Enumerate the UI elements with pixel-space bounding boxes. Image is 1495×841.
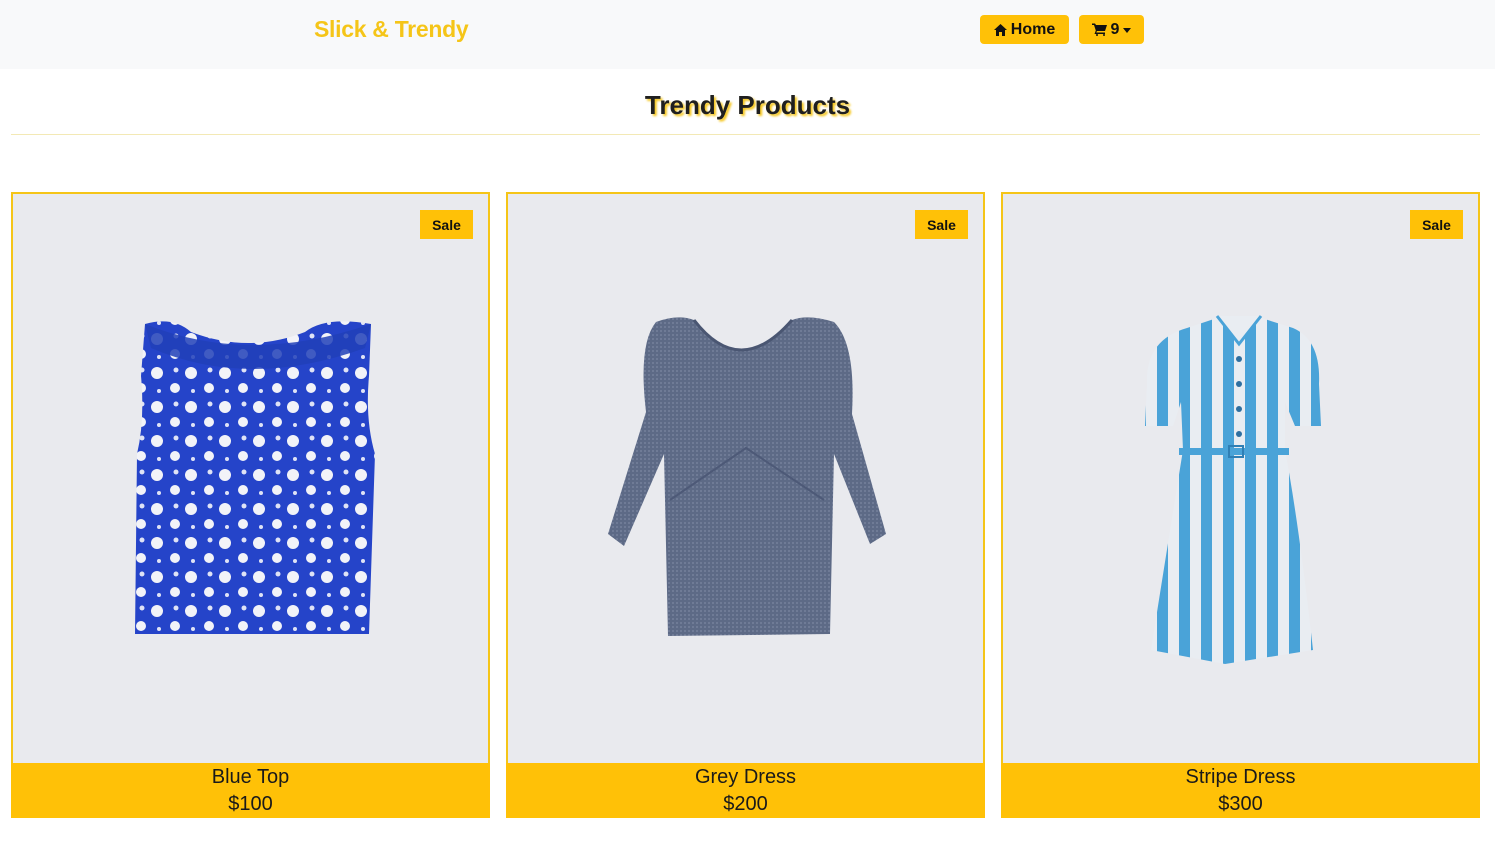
- product-card[interactable]: Sale Grey Dress $200: [506, 192, 985, 818]
- product-price: $200: [723, 793, 768, 815]
- product-image-frame[interactable]: Sale: [506, 192, 985, 764]
- product-info: Blue Top $100: [11, 763, 490, 818]
- product-card[interactable]: Sale Stripe Dress $300: [1001, 192, 1480, 818]
- cart-count: 9: [1110, 20, 1120, 38]
- product-name[interactable]: Blue Top: [11, 763, 490, 793]
- sale-badge: Sale: [420, 210, 473, 239]
- product-info: Grey Dress $200: [506, 763, 985, 818]
- product-image-frame[interactable]: Sale: [1001, 192, 1480, 764]
- home-label: Home: [1010, 20, 1056, 38]
- product-image-frame[interactable]: Sale: [11, 192, 490, 764]
- chevron-down-icon: [1123, 27, 1132, 33]
- brand-logo[interactable]: Slick & Trendy: [314, 16, 469, 43]
- product-image-stripe-dress: [1145, 315, 1321, 664]
- sale-badge: Sale: [915, 210, 968, 239]
- cart-dropdown-button[interactable]: 9: [1079, 15, 1144, 44]
- product-info: Stripe Dress $300: [1001, 763, 1480, 818]
- page-title: Trendy Products: [644, 90, 851, 120]
- product-price: $100: [228, 793, 273, 815]
- title-divider: [11, 134, 1480, 135]
- product-price: $300: [1218, 793, 1263, 815]
- product-name[interactable]: Grey Dress: [506, 763, 985, 793]
- product-image-blue-top: [135, 321, 375, 634]
- home-button[interactable]: Home: [980, 15, 1069, 44]
- product-card[interactable]: Sale Blue Top $100: [11, 192, 490, 818]
- sale-badge: Sale: [1410, 210, 1463, 239]
- navbar: Slick & Trendy Home 9: [0, 0, 1495, 69]
- product-name[interactable]: Stripe Dress: [1001, 763, 1480, 793]
- product-image-grey-dress: [608, 317, 886, 636]
- home-icon: [993, 23, 1007, 36]
- cart-icon: [1091, 23, 1107, 36]
